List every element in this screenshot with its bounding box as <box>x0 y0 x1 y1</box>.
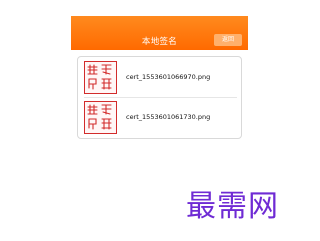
screen: 本地签名 返回 cert_1553601066970.png cert_1553… <box>0 0 303 241</box>
seal-icon <box>87 104 112 130</box>
header-bar: 本地签名 返回 <box>71 16 248 50</box>
file-name: cert_1553601066970.png <box>126 73 211 81</box>
list-item[interactable]: cert_1553601061730.png <box>78 98 241 138</box>
signature-seal-image <box>84 101 117 134</box>
back-button[interactable]: 返回 <box>214 34 242 46</box>
signature-seal-image <box>84 61 117 94</box>
seal-icon <box>87 64 112 90</box>
file-name: cert_1553601061730.png <box>126 113 211 121</box>
list-item[interactable]: cert_1553601066970.png <box>78 58 241 98</box>
watermark-logo: 最需网 <box>186 189 279 224</box>
signature-list: cert_1553601066970.png cert_155360106173… <box>77 56 242 139</box>
app-screen: 本地签名 返回 cert_1553601066970.png cert_1553… <box>71 16 248 139</box>
